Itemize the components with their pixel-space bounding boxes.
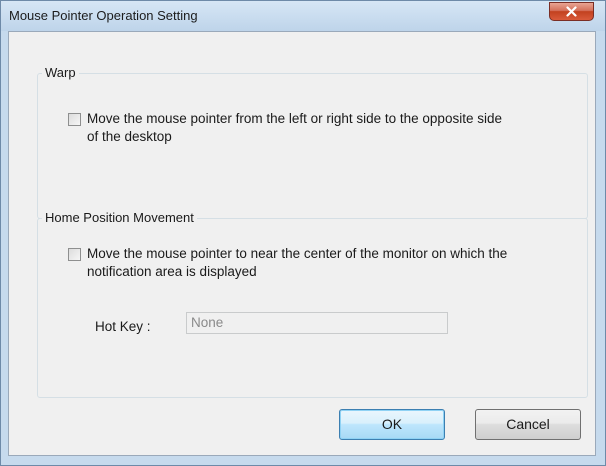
home-position-group-legend: Home Position Movement (42, 210, 197, 226)
close-icon (566, 6, 577, 17)
warp-group: Warp (37, 65, 588, 219)
warp-checkbox-label[interactable]: Move the mouse pointer from the left or … (87, 110, 507, 146)
title-bar[interactable]: Mouse Pointer Operation Setting (1, 1, 605, 31)
warp-checkbox[interactable] (68, 113, 81, 126)
home-position-checkbox[interactable] (68, 248, 81, 261)
hotkey-field[interactable]: None (186, 312, 448, 334)
ok-button[interactable]: OK (339, 409, 445, 440)
window-title: Mouse Pointer Operation Setting (9, 8, 198, 23)
close-button[interactable] (549, 2, 594, 21)
hotkey-label: Hot Key : (95, 319, 151, 334)
warp-group-legend: Warp (42, 65, 79, 81)
cancel-button[interactable]: Cancel (475, 409, 581, 440)
dialog-client-area: Warp Move the mouse pointer from the lef… (8, 31, 596, 456)
home-position-checkbox-label[interactable]: Move the mouse pointer to near the cente… (87, 245, 557, 281)
